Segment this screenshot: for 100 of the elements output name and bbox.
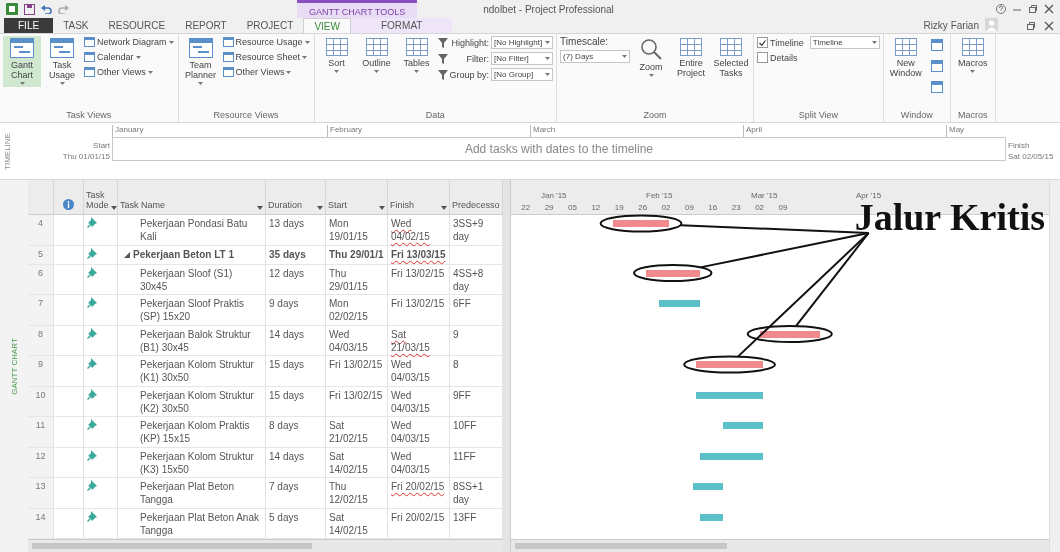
task-bar[interactable]: [699, 452, 763, 460]
column-header[interactable]: Task Mode: [84, 180, 118, 215]
field-label: Filter:: [466, 53, 490, 64]
app-icon[interactable]: [6, 3, 18, 15]
ribbon-button[interactable]: Other Views: [83, 66, 175, 78]
redo-icon[interactable]: [58, 4, 69, 14]
ribbon-tab[interactable]: FORMAT: [350, 18, 453, 33]
dropdown-field[interactable]: [No Highlight]: [491, 36, 554, 49]
table-cell: Mon 19/01/15: [326, 215, 388, 246]
dropdown-field[interactable]: [No Filter]: [491, 52, 554, 65]
timeline-finish-label: Finish: [1008, 141, 1031, 150]
table-cell: 8 days: [266, 417, 326, 448]
dropdown-field[interactable]: Timeline: [809, 36, 880, 49]
column-header[interactable]: Predecesso: [450, 180, 503, 215]
close-icon[interactable]: [1044, 20, 1054, 31]
table-cell: 9FF: [450, 386, 503, 417]
column-header[interactable]: Finish: [388, 180, 450, 215]
window-title: ndolbet - Project Professional: [483, 3, 614, 15]
table-cell: Wed 04/03/15: [326, 325, 388, 356]
task-name: Pekerjaan Balok Struktur (B1) 30x45: [118, 325, 266, 356]
collapse-triangle-icon[interactable]: [124, 251, 130, 258]
table-cell: Fri 13/02/15: [388, 264, 450, 295]
ribbon-button[interactable]: Outline: [357, 36, 396, 75]
dropdown-arrow-icon[interactable]: [110, 206, 117, 210]
ribbon-tab[interactable]: REPORT: [175, 18, 237, 33]
timescale-label: Apr '15: [856, 191, 883, 200]
caret-icon: [135, 55, 141, 59]
table-cell: Wed 04/02/15: [388, 215, 450, 246]
timescale-label: Mar '15: [751, 191, 779, 200]
dropdown-arrow-icon[interactable]: [257, 206, 263, 210]
ribbon-button[interactable]: New Window: [886, 36, 925, 80]
undo-icon[interactable]: [41, 4, 52, 14]
task-bar[interactable]: [722, 422, 763, 429]
task-bar[interactable]: [699, 513, 723, 521]
task-bar[interactable]: [696, 391, 763, 399]
ribbon-button[interactable]: Tables: [397, 36, 436, 75]
view-button[interactable]: Task Usage: [43, 36, 81, 87]
ribbon-button[interactable]: Network Diagram: [83, 36, 175, 48]
ribbon-tab[interactable]: TASK: [53, 18, 99, 33]
field-label: Group by:: [449, 69, 490, 80]
window-icon[interactable]: [930, 60, 943, 72]
timeline-start-label: Start: [93, 141, 110, 150]
checkbox[interactable]: [757, 37, 769, 48]
ribbon-tab[interactable]: FILE: [4, 18, 54, 33]
ribbon-tab[interactable]: VIEW: [303, 18, 351, 33]
restore-icon[interactable]: [1026, 20, 1036, 31]
horizontal-scrollbar[interactable]: [511, 539, 1049, 552]
view-button[interactable]: Gantt Chart: [3, 36, 41, 87]
caret-icon: [871, 41, 877, 44]
task-bar[interactable]: [692, 483, 723, 490]
timeline-bar[interactable]: Add tasks with dates to the timeline: [112, 137, 1006, 161]
dropdown-arrow-icon[interactable]: [379, 206, 385, 210]
ribbon-tab[interactable]: PROJECT: [236, 18, 304, 33]
ribbon-button[interactable]: Calendar: [83, 51, 175, 63]
ribbon-button[interactable]: Macros: [953, 36, 992, 75]
column-header[interactable]: Duration: [266, 180, 326, 215]
caret-icon: [545, 41, 551, 44]
restore-icon[interactable]: [1028, 4, 1038, 14]
ribbon-button[interactable]: Selected Tasks: [712, 36, 751, 80]
checkbox-label: Details: [770, 52, 798, 63]
pushpin-icon: [87, 266, 97, 278]
timescale-label: 16: [707, 202, 719, 212]
caret-icon: [622, 55, 628, 58]
timescale-label: 23: [730, 202, 742, 212]
save-icon[interactable]: [24, 3, 35, 15]
critical-task-bar[interactable]: [759, 330, 820, 338]
pushpin-icon: [87, 297, 97, 308]
ribbon-button[interactable]: Zoom: [632, 36, 671, 79]
column-header[interactable]: Start: [326, 180, 388, 215]
dropdown-field[interactable]: (7) Days: [560, 50, 631, 63]
vertical-scrollbar[interactable]: [1049, 180, 1060, 552]
window-icon[interactable]: [930, 81, 943, 93]
window-icon: [84, 67, 95, 77]
ribbon-button[interactable]: Resource Sheet: [221, 51, 311, 63]
timescale-label: 09: [777, 202, 789, 212]
column-header[interactable]: [54, 180, 84, 215]
dropdown-arrow-icon[interactable]: [317, 206, 323, 210]
ribbon-button[interactable]: Sort: [317, 36, 356, 75]
user-name[interactable]: Rizky Farian: [923, 20, 979, 31]
column-header[interactable]: Task Name: [118, 180, 266, 215]
ribbon-button[interactable]: Resource Usage: [221, 36, 311, 48]
field-label: Highlight:: [451, 37, 490, 48]
dropdown-field[interactable]: [No Group]: [491, 68, 554, 81]
table-cell: Wed 04/03/15: [388, 386, 450, 417]
help-icon[interactable]: [996, 4, 1006, 14]
view-button[interactable]: Team Planner: [181, 36, 220, 87]
checkbox[interactable]: [757, 52, 769, 63]
ribbon-button[interactable]: Other Views: [221, 66, 311, 78]
horizontal-scrollbar[interactable]: [28, 539, 503, 552]
close-icon[interactable]: [1044, 4, 1054, 14]
grid-icon: [405, 38, 428, 56]
caret-icon: [374, 70, 380, 73]
dropdown-arrow-icon[interactable]: [441, 206, 447, 210]
ribbon-button[interactable]: Entire Project: [672, 36, 711, 80]
table-cell: 8: [450, 356, 503, 387]
caret-icon: [414, 70, 420, 73]
grid-icon: [365, 38, 388, 56]
ribbon-tab[interactable]: RESOURCE: [98, 18, 176, 33]
window-icon[interactable]: [930, 39, 943, 51]
table-cell: Fri 13/02/15: [326, 386, 388, 417]
